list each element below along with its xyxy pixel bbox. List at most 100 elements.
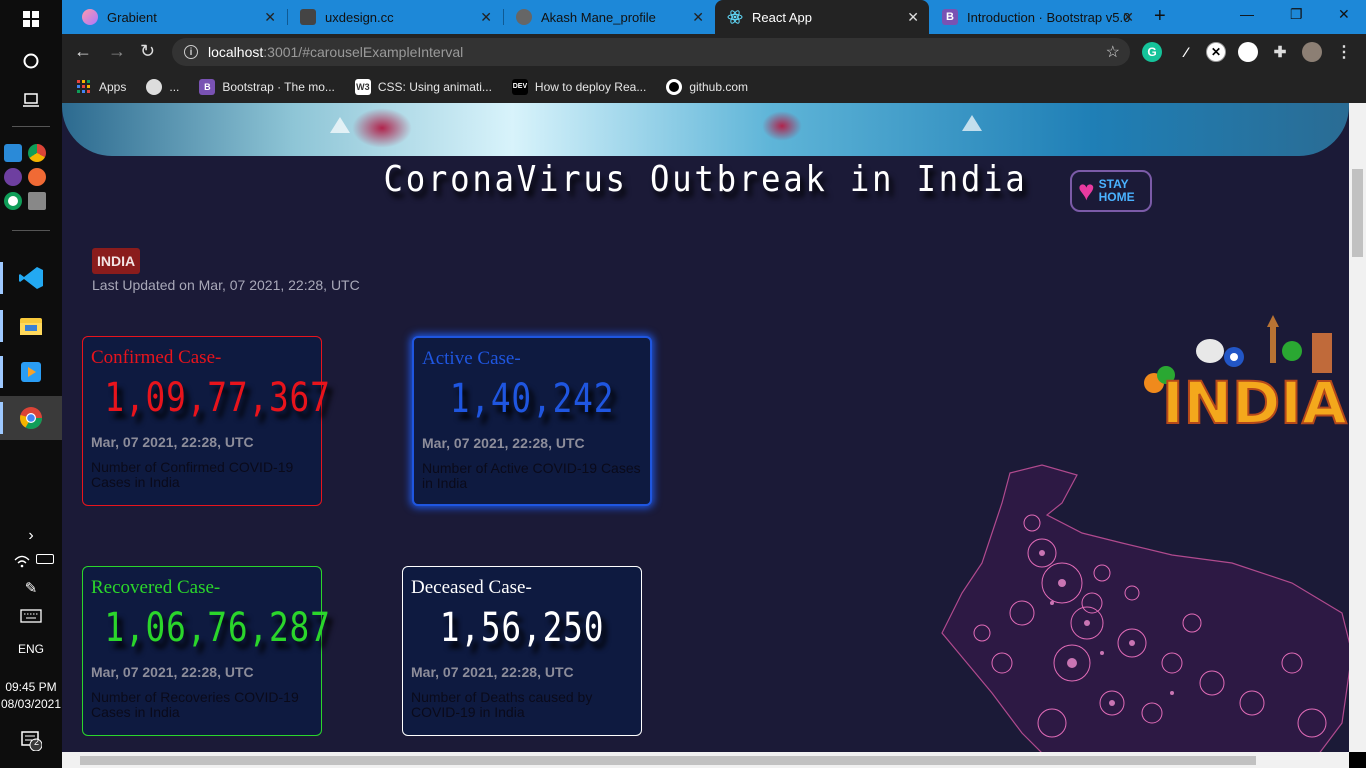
app-small-icon-2[interactable] <box>28 192 46 210</box>
horizontal-scrollbar[interactable] <box>62 752 1349 768</box>
tab-react-app[interactable]: React App ✕ <box>715 0 929 34</box>
url-host: localhost <box>208 44 264 60</box>
stay-home-text-line2: HOME <box>1098 190 1135 204</box>
browser-menu-icon[interactable]: ⋮ <box>1334 42 1354 62</box>
postman-small-icon[interactable] <box>28 168 46 186</box>
new-tab-button[interactable]: + <box>1154 5 1166 28</box>
chrome-taskbar-app[interactable] <box>0 396 62 440</box>
url-path: :3001/#carouselExampleInterval <box>263 44 464 60</box>
bookmark-github[interactable]: github.com <box>666 78 749 95</box>
tab-strip: Grabient ✕ uxdesign.cc ✕ Akash Mane_prof… <box>62 0 1366 34</box>
card-description: Number of Recoveries COVID-19 Cases in I… <box>91 689 299 720</box>
confirmed-case-card: Confirmed Case- 1,09,77,367 Mar, 07 2021… <box>82 336 331 506</box>
chrome-icon <box>20 407 42 429</box>
vscode-small-icon[interactable] <box>4 144 22 162</box>
bookmark-label: ... <box>169 79 180 94</box>
tab-grabient[interactable]: Grabient ✕ <box>70 0 286 34</box>
bootstrap-icon: B <box>199 78 216 95</box>
bookmark-label: CSS: Using animati... <box>377 79 492 94</box>
cortana-search-icon[interactable] <box>0 50 62 72</box>
heart-home-icon: ♥ <box>1078 175 1095 206</box>
card-description: Number of Active COVID-19 Cases in India <box>422 460 641 491</box>
close-tab-icon[interactable]: ✕ <box>264 9 276 26</box>
file-explorer-taskbar-app[interactable] <box>0 304 62 348</box>
close-tab-icon[interactable]: ✕ <box>692 9 704 26</box>
globe-icon <box>516 9 532 25</box>
notification-center-icon[interactable]: 2 <box>0 728 62 752</box>
language-indicator[interactable]: ENG <box>0 642 62 656</box>
battery-icon[interactable] <box>36 554 54 564</box>
bookmark-deploy-react[interactable]: DEV How to deploy Rea... <box>511 78 646 95</box>
running-indicator <box>0 262 3 294</box>
chrome-small-icon[interactable] <box>28 144 46 162</box>
github-desktop-small-icon[interactable] <box>4 168 22 186</box>
scrollbar-thumb[interactable] <box>1352 169 1363 257</box>
extensions-puzzle-icon[interactable]: ✚ <box>1270 42 1290 62</box>
globe-icon <box>146 78 163 95</box>
card-label: Confirmed Case- <box>91 347 222 368</box>
scrollbar-thumb[interactable] <box>80 756 1256 765</box>
vscode-taskbar-app[interactable] <box>0 256 62 300</box>
card-value: 1,40,242 <box>449 376 615 422</box>
tab-label: React App <box>752 9 812 25</box>
folder-icon <box>20 318 42 335</box>
profile-avatar[interactable] <box>1302 42 1322 62</box>
keyboard-icon[interactable] <box>0 607 62 625</box>
tab-label: Grabient <box>107 9 157 25</box>
task-view-icon[interactable] <box>0 88 62 110</box>
card-label: Recovered Case- <box>91 577 221 598</box>
close-window-icon[interactable]: ✕ <box>1338 6 1350 23</box>
tab-bootstrap[interactable]: B Introduction · Bootstrap v5.0 ✕ <box>930 0 1144 34</box>
w3-icon: W3 <box>354 78 371 95</box>
card-value: 1,06,76,287 <box>104 605 331 651</box>
site-info-icon[interactable]: i <box>184 45 198 59</box>
virus-decoration <box>762 111 802 141</box>
bookmark-bootstrap[interactable]: B Bootstrap · The mo... <box>199 78 335 95</box>
card-date: Mar, 07 2021, 22:28, UTC <box>91 664 254 680</box>
windows-taskbar: › ✎ ENG 09:45 PM 08/03/2021 2 <box>0 0 62 768</box>
browser-toolbar: ← → ↻ i localhost:3001/#carouselExampleI… <box>62 34 1366 70</box>
pen-icon[interactable]: ✎ <box>0 578 62 598</box>
deceased-case-card: Deceased Case- 1,56,250 Mar, 07 2021, 22… <box>402 566 642 736</box>
close-tab-icon[interactable]: ✕ <box>480 9 492 26</box>
tab-uxdesign[interactable]: uxdesign.cc ✕ <box>288 0 502 34</box>
tab-label: uxdesign.cc <box>325 9 394 25</box>
reload-icon[interactable]: ↻ <box>140 41 155 62</box>
close-tab-icon[interactable]: ✕ <box>1122 9 1134 26</box>
bookmark-css-animations[interactable]: W3 CSS: Using animati... <box>354 78 492 95</box>
clock-date[interactable]: 08/03/2021 <box>0 697 62 711</box>
card-date: Mar, 07 2021, 22:28, UTC <box>411 664 574 680</box>
bookmark-label: github.com <box>689 79 749 94</box>
virus-decoration <box>352 108 412 148</box>
clock-time[interactable]: 09:45 PM <box>0 680 62 694</box>
browser-chrome: Grabient ✕ uxdesign.cc ✕ Akash Mane_prof… <box>62 0 1366 103</box>
tab-akash-profile[interactable]: Akash Mane_profile ✕ <box>504 0 714 34</box>
tab-label: Introduction · Bootstrap v5.0 <box>967 9 1131 25</box>
media-player-icon <box>21 362 41 382</box>
bootstrap-icon: B <box>942 9 958 25</box>
media-player-taskbar-app[interactable] <box>0 350 62 394</box>
country-badge: INDIA <box>92 248 141 274</box>
card-value: 1,09,77,367 <box>104 375 331 421</box>
eyedropper-extension-icon[interactable]: ⁄ <box>1176 42 1196 62</box>
bookmark-star-icon[interactable]: ☆ <box>1106 42 1120 62</box>
bookmark-label: Apps <box>99 79 127 94</box>
grammarly-icon[interactable]: G <box>1142 42 1162 62</box>
chevron-right-icon[interactable]: › <box>0 526 62 546</box>
minimize-icon[interactable]: — <box>1240 6 1254 22</box>
card-label: Active Case- <box>422 348 521 369</box>
restore-icon[interactable]: ❐ <box>1290 6 1303 23</box>
card-value: 1,56,250 <box>439 605 605 651</box>
address-bar[interactable]: i localhost:3001/#carouselExampleInterva… <box>172 38 1130 66</box>
bookmark-globe[interactable]: ... <box>146 78 180 95</box>
white-circle-extension-icon[interactable] <box>1238 42 1258 62</box>
bookmark-apps[interactable]: Apps <box>76 79 126 95</box>
triangle-decoration <box>962 115 982 131</box>
x-extension-icon[interactable]: ✕ <box>1206 42 1226 62</box>
forward-arrow-icon[interactable]: → <box>108 41 126 62</box>
vertical-scrollbar[interactable] <box>1349 103 1366 752</box>
back-arrow-icon[interactable]: ← <box>74 41 92 62</box>
app-small-icon[interactable] <box>4 192 22 210</box>
windows-start-icon[interactable] <box>0 8 62 30</box>
close-tab-icon[interactable]: ✕ <box>907 9 919 26</box>
